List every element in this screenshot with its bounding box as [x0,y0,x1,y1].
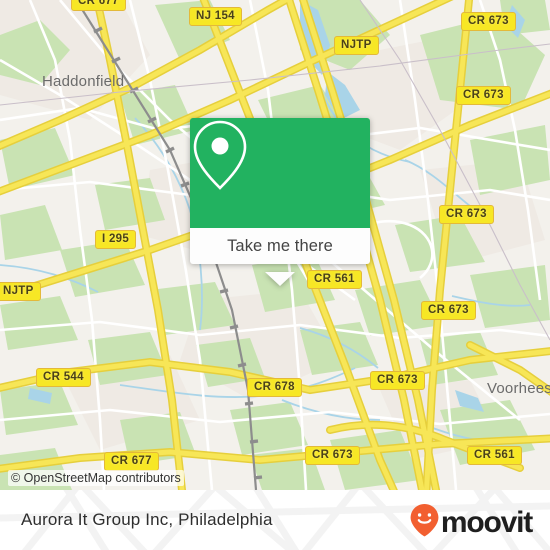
place-label: Haddonfield [42,73,125,90]
road-shield: CR 673 [461,12,516,31]
road-shield: CR 561 [467,446,522,465]
road-shield: CR 673 [305,446,360,465]
road-shield: CR 673 [456,86,511,105]
road-shield: NJTP [334,36,379,55]
map-canvas[interactable]: Haddonfield Voorhees CR 677 NJ 154 NJTP … [0,0,550,490]
road-shield: NJ 154 [189,7,242,26]
moovit-map-page: Haddonfield Voorhees CR 677 NJ 154 NJTP … [0,0,550,550]
road-shield: I 295 [95,230,137,249]
road-shield: CR 673 [439,205,494,224]
footer-bar: Aurora It Group Inc, Philadelphia moovit [0,490,550,550]
moovit-smiley-pin-icon [409,503,440,542]
take-me-there-label: Take me there [227,236,333,255]
road-shield: CR 561 [307,270,362,289]
road-shield: CR 544 [36,368,91,387]
take-me-there-button[interactable]: Take me there [190,228,370,264]
road-shield: CR 677 [104,452,159,471]
road-shield: CR 673 [370,371,425,390]
moovit-wordmark: moovit [440,505,533,539]
place-label: Voorhees [487,380,550,397]
page-title: Aurora It Group Inc, Philadelphia [21,510,273,529]
popup-tail [265,272,295,286]
road-shield: CR 678 [247,378,302,397]
location-popup[interactable]: Take me there [190,118,370,286]
road-shield: CR 677 [71,0,126,11]
popup-pin-area [190,118,370,228]
moovit-logo[interactable]: moovit [409,503,533,542]
road-shield: NJTP [0,282,41,301]
osm-attribution[interactable]: © OpenStreetMap contributors [8,470,184,486]
road-shield: CR 673 [421,301,476,320]
